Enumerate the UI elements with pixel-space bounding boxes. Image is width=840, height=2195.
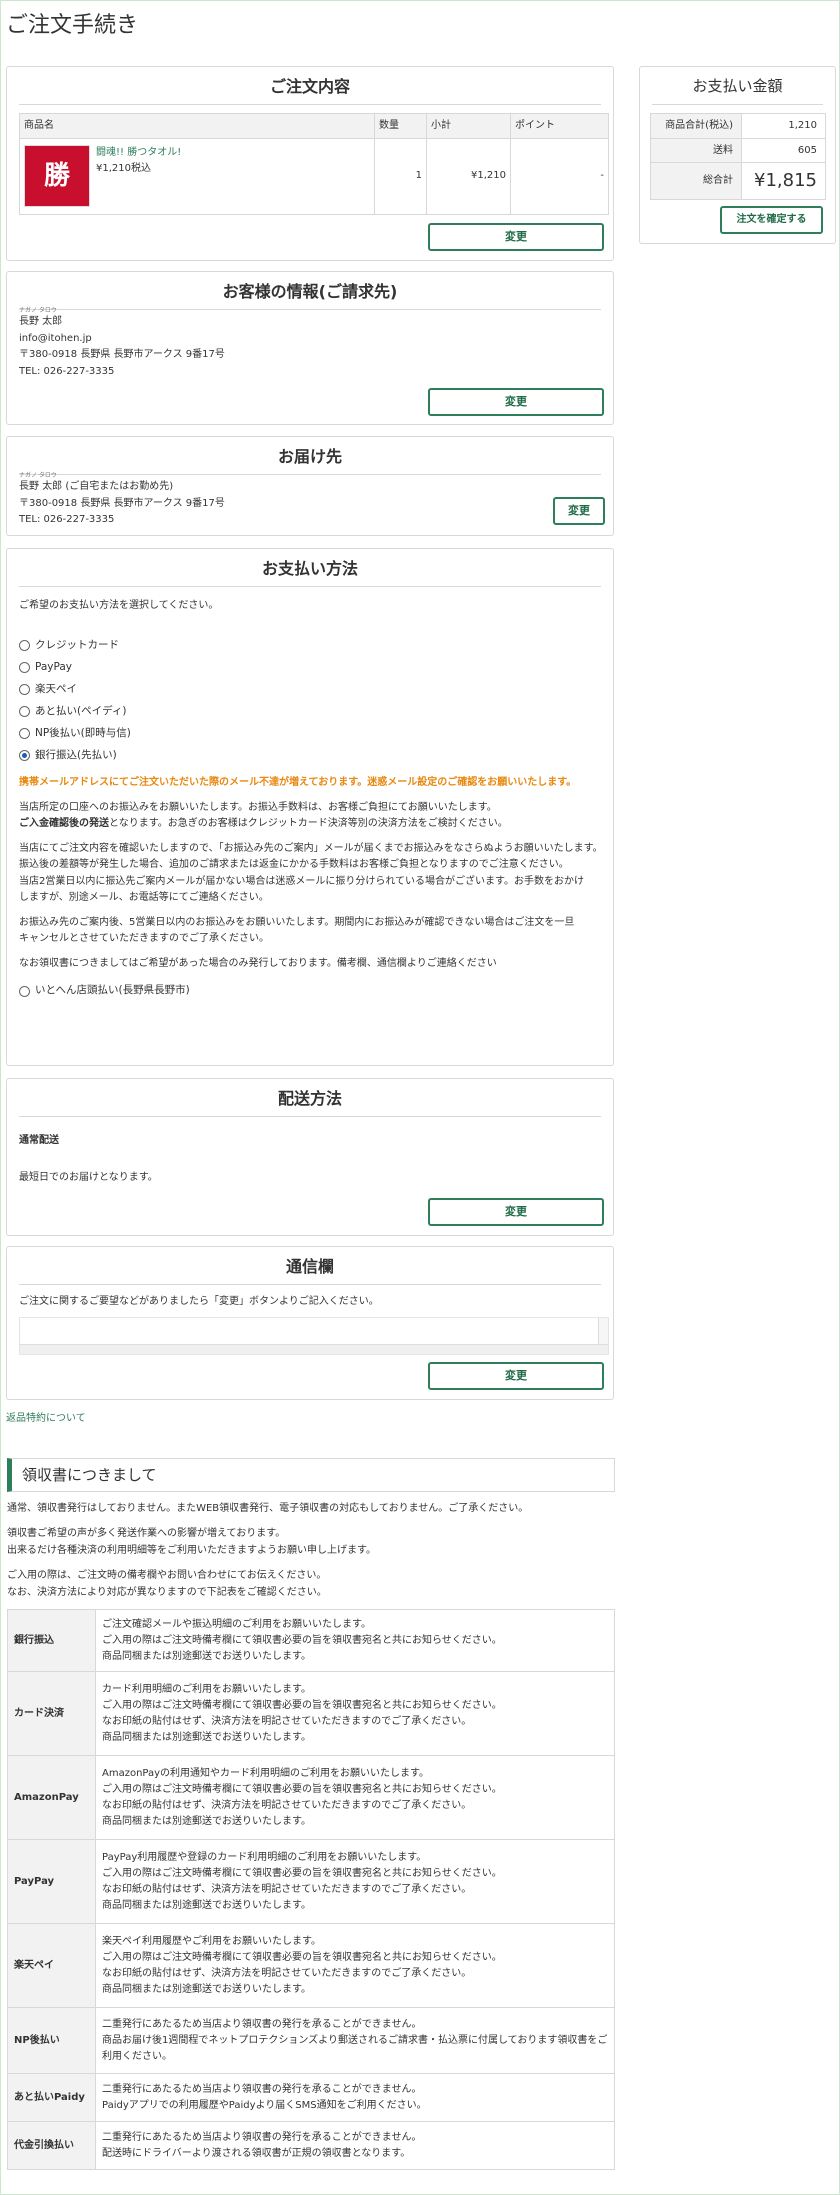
summary-heading: お支払い金額 (652, 67, 823, 105)
payment-panel: お支払い方法 ご希望のお支払い方法を選択してください。 クレジットカード Pay… (6, 548, 614, 1066)
payment-note-5: しますが、別途メール、お電話等にてご連絡ください。 (19, 892, 269, 903)
payment-note-1b: ご入金確認後の発送 (19, 818, 109, 829)
order-panel: ご注文内容 商品名 数量 小計 ポイント 勝 闘魂!! 勝つタオル! ¥1,21… (6, 66, 614, 261)
order-change-button[interactable]: 変更 (428, 223, 604, 251)
radio-store-payment[interactable]: いとへん店頭払い(長野県長野市) (19, 980, 604, 1002)
item-points: - (510, 137, 609, 215)
payment-note-1: 当店所定の口座へのお振込みをお願いいたします。お振込手数料は、お客様ご負担にてお… (19, 801, 497, 813)
delivery-name: 長野 太郎 (ご自宅またはお勤め先) (19, 481, 174, 492)
payment-note-4: 当店2営業日以内に振込先ご案内メールが届かない場合は迷惑メールに振り分けられてい… (19, 875, 585, 887)
radio-circle[interactable] (19, 985, 30, 997)
radio-rakuten-pay[interactable]: 楽天ペイ (19, 678, 131, 700)
receipt-intro-2: 領収書ご希望の声が多く発送作業への影響が増えております。 (7, 1528, 286, 1539)
delivery-change-button[interactable]: 変更 (553, 497, 605, 525)
customer-name: 長野 太郎 (19, 316, 63, 327)
receipt-intro-3: 出来るだけ各種決済の利用明細等をご利用いただきますようお願い申し上げます。 (7, 1545, 376, 1556)
message-change-button[interactable]: 変更 (428, 1362, 604, 1390)
payment-note-1c: となります。お急ぎのお客様はクレジットカード決済等別の決済方法をご検討ください。 (109, 818, 508, 829)
table-row: 代金引換払い 二重発行にあたるため当店より領収書の発行を承ることができません。 配送… (7, 2121, 615, 2170)
table-row: PayPay PayPay利用履歴や登録のカード利用明細のご利用をお願いいたします… (7, 1839, 615, 1924)
shipping-change-button[interactable]: 変更 (428, 1198, 604, 1226)
radio-paidy[interactable]: あと払い(ペイディ) (19, 700, 131, 722)
payment-note-2: 当店にてご注文内容を確認いたしますので、「お振込み先のご案内」メールが届くまでお… (19, 842, 603, 854)
product-name-link[interactable]: 闘魂!! 勝つタオル! (96, 145, 181, 161)
receipt-intro-1: 通常、領収書発行はしておりません。またWEB領収書発行、電子領収書の対応もしてお… (7, 1503, 529, 1514)
col-points: ポイント (510, 113, 609, 139)
shipping-panel: 配送方法 通常配送 最短日でのお届けとなります。 変更 (6, 1078, 614, 1236)
message-prompt: ご注文に関するご要望などがありましたら「変更」ボタンよりご記入ください。 (19, 1296, 379, 1307)
delivery-heading: お届け先 (19, 437, 601, 475)
table-row: 勝 闘魂!! 勝つタオル! ¥1,210税込 1 ¥1,210 - (19, 137, 609, 215)
customer-panel: お客様の情報(ご請求先) ナガノ タロウ 長野 太郎 info@itohen.j… (6, 271, 614, 425)
radio-bank-transfer[interactable]: 銀行振込(先払い) (19, 744, 131, 766)
shipping-label: 送料 (650, 137, 742, 163)
mail-warning: 携帯メールアドレスにてご注文いただいた際のメール不達が増えております。迷惑メール… (19, 777, 577, 788)
radio-np-atobarai[interactable]: NP後払い(即時与信) (19, 722, 131, 744)
payment-options: クレジットカード PayPay 楽天ペイ あと払い(ペイディ) NP後払い(即時… (19, 634, 131, 766)
radio-circle[interactable] (19, 705, 30, 717)
message-panel: 通信欄 ご注文に関するご要望などがありましたら「変更」ボタンよりご記入ください。… (6, 1246, 614, 1400)
table-row: あと払いPaidy 二重発行にあたるため当店より領収書の発行を承ることができません… (7, 2073, 615, 2122)
summary-table: 商品合計(税込) 1,210 送料 605 総合計 ¥1,815 (650, 113, 826, 200)
page-title: ご注文手続き (6, 13, 139, 38)
receipt-section: 領収書につきまして 通常、領収書発行はしておりません。またWEB領収書発行、電子… (7, 1458, 615, 2170)
col-subtotal: 小計 (426, 113, 511, 139)
customer-tel: TEL: 026-227-3335 (19, 365, 115, 377)
delivery-tel: TEL: 026-227-3335 (19, 514, 115, 525)
customer-heading: お客様の情報(ご請求先) (19, 272, 601, 310)
shipping-value: 605 (741, 137, 826, 163)
subtotal-label: 商品合計(税込) (650, 113, 742, 139)
customer-change-button[interactable]: 変更 (428, 388, 604, 416)
col-qty: 数量 (374, 113, 427, 139)
order-heading: ご注文内容 (19, 67, 601, 105)
payment-prompt: ご希望のお支払い方法を選択してください。 (19, 600, 219, 611)
table-row: AmazonPay AmazonPayの利用通知やカード利用明細のご利用をお願いい… (7, 1755, 615, 1840)
item-subtotal: ¥1,210 (426, 137, 511, 215)
subtotal-value: 1,210 (741, 113, 826, 139)
delivery-address: 〒380-0918 長野県 長野市アークス 9番17号 (19, 497, 225, 509)
total-label: 総合計 (650, 162, 742, 200)
returns-link[interactable]: 返品特約について (6, 1411, 86, 1427)
radio-credit-card[interactable]: クレジットカード (19, 634, 131, 656)
customer-email: info@itohen.jp (19, 332, 92, 344)
item-qty: 1 (374, 137, 427, 215)
payment-note-3: 振込後の差額等が発生した場合、追加のご請求または返金にかかる手数料はお客様ご負担… (19, 859, 569, 870)
radio-circle[interactable] (19, 661, 30, 673)
payment-note-7: キャンセルとさせていただきますのでご了承ください。 (19, 933, 269, 944)
shipping-note: 最短日でのお届けとなります。 (19, 1172, 158, 1183)
payment-heading: お支払い方法 (19, 549, 601, 587)
shipping-heading: 配送方法 (19, 1079, 601, 1117)
payment-note-8: なお領収書につきましてはご希望があった場合のみ発行しております。備考欄、通信欄よ… (19, 957, 497, 969)
shipping-method: 通常配送 (19, 1135, 59, 1146)
receipt-heading: 領収書につきまして (7, 1458, 615, 1492)
radio-circle-selected[interactable] (19, 749, 30, 761)
col-product: 商品名 (19, 113, 375, 139)
message-textarea[interactable] (19, 1317, 609, 1355)
radio-paypay[interactable]: PayPay (19, 656, 131, 678)
summary-panel: お支払い金額 商品合計(税込) 1,210 送料 605 総合計 ¥1,815 注文を… (639, 66, 836, 244)
customer-address: 〒380-0918 長野県 長野市アークス 9番17号 (19, 349, 225, 360)
table-row: 楽天ペイ 楽天ペイ利用履歴やご利用をお願いいたします。 ご入用の際はご注文時備考欄に… (7, 1923, 615, 2008)
vertical-scrollbar[interactable] (598, 1318, 608, 1346)
radio-circle[interactable] (19, 639, 30, 651)
receipt-intro-4: ご入用の際は、ご注文時の備考欄やお問い合わせにてお伝えください。 (7, 1570, 327, 1581)
confirm-order-button[interactable]: 注文を確定する (720, 206, 823, 234)
thumb-text: 勝 (43, 160, 70, 191)
order-table: 商品名 数量 小計 ポイント 勝 闘魂!! 勝つタオル! ¥1,210税込 1 … (19, 113, 609, 215)
radio-circle[interactable] (19, 683, 30, 695)
message-heading: 通信欄 (19, 1247, 601, 1285)
product-price: ¥1,210税込 (96, 162, 151, 174)
receipt-intro-5: なお、決済方法により対応が異なりますので下記表をご確認ください。 (7, 1587, 327, 1598)
delivery-panel: お届け先 ナガノ タロウ 長野 太郎 (ご自宅またはお勤め先) 〒380-091… (6, 436, 614, 536)
payment-note-6: お振込み先のご案内後、5営業日以内のお振込みをお願いいたします。期間内にお振込み… (19, 916, 575, 928)
table-row: カード決済 カード利用明細のご利用をお願いいたします。 ご入用の際はご注文時備考欄に… (7, 1671, 615, 1756)
table-row: NP後払い 二重発行にあたるため当店より領収書の発行を承ることができません。 商品お… (7, 2007, 615, 2074)
radio-circle[interactable] (19, 727, 30, 739)
table-row: 銀行振込 ご注文確認メールや振込明細のご利用をお願いいたします。 ご入用の際はご注文… (7, 1609, 615, 1672)
receipt-table: 銀行振込 ご注文確認メールや振込明細のご利用をお願いいたします。 ご入用の際はご注文… (7, 1609, 615, 2170)
total-value: ¥1,815 (741, 162, 826, 200)
product-thumbnail[interactable]: 勝 (24, 145, 90, 207)
horizontal-scrollbar[interactable] (20, 1344, 608, 1354)
